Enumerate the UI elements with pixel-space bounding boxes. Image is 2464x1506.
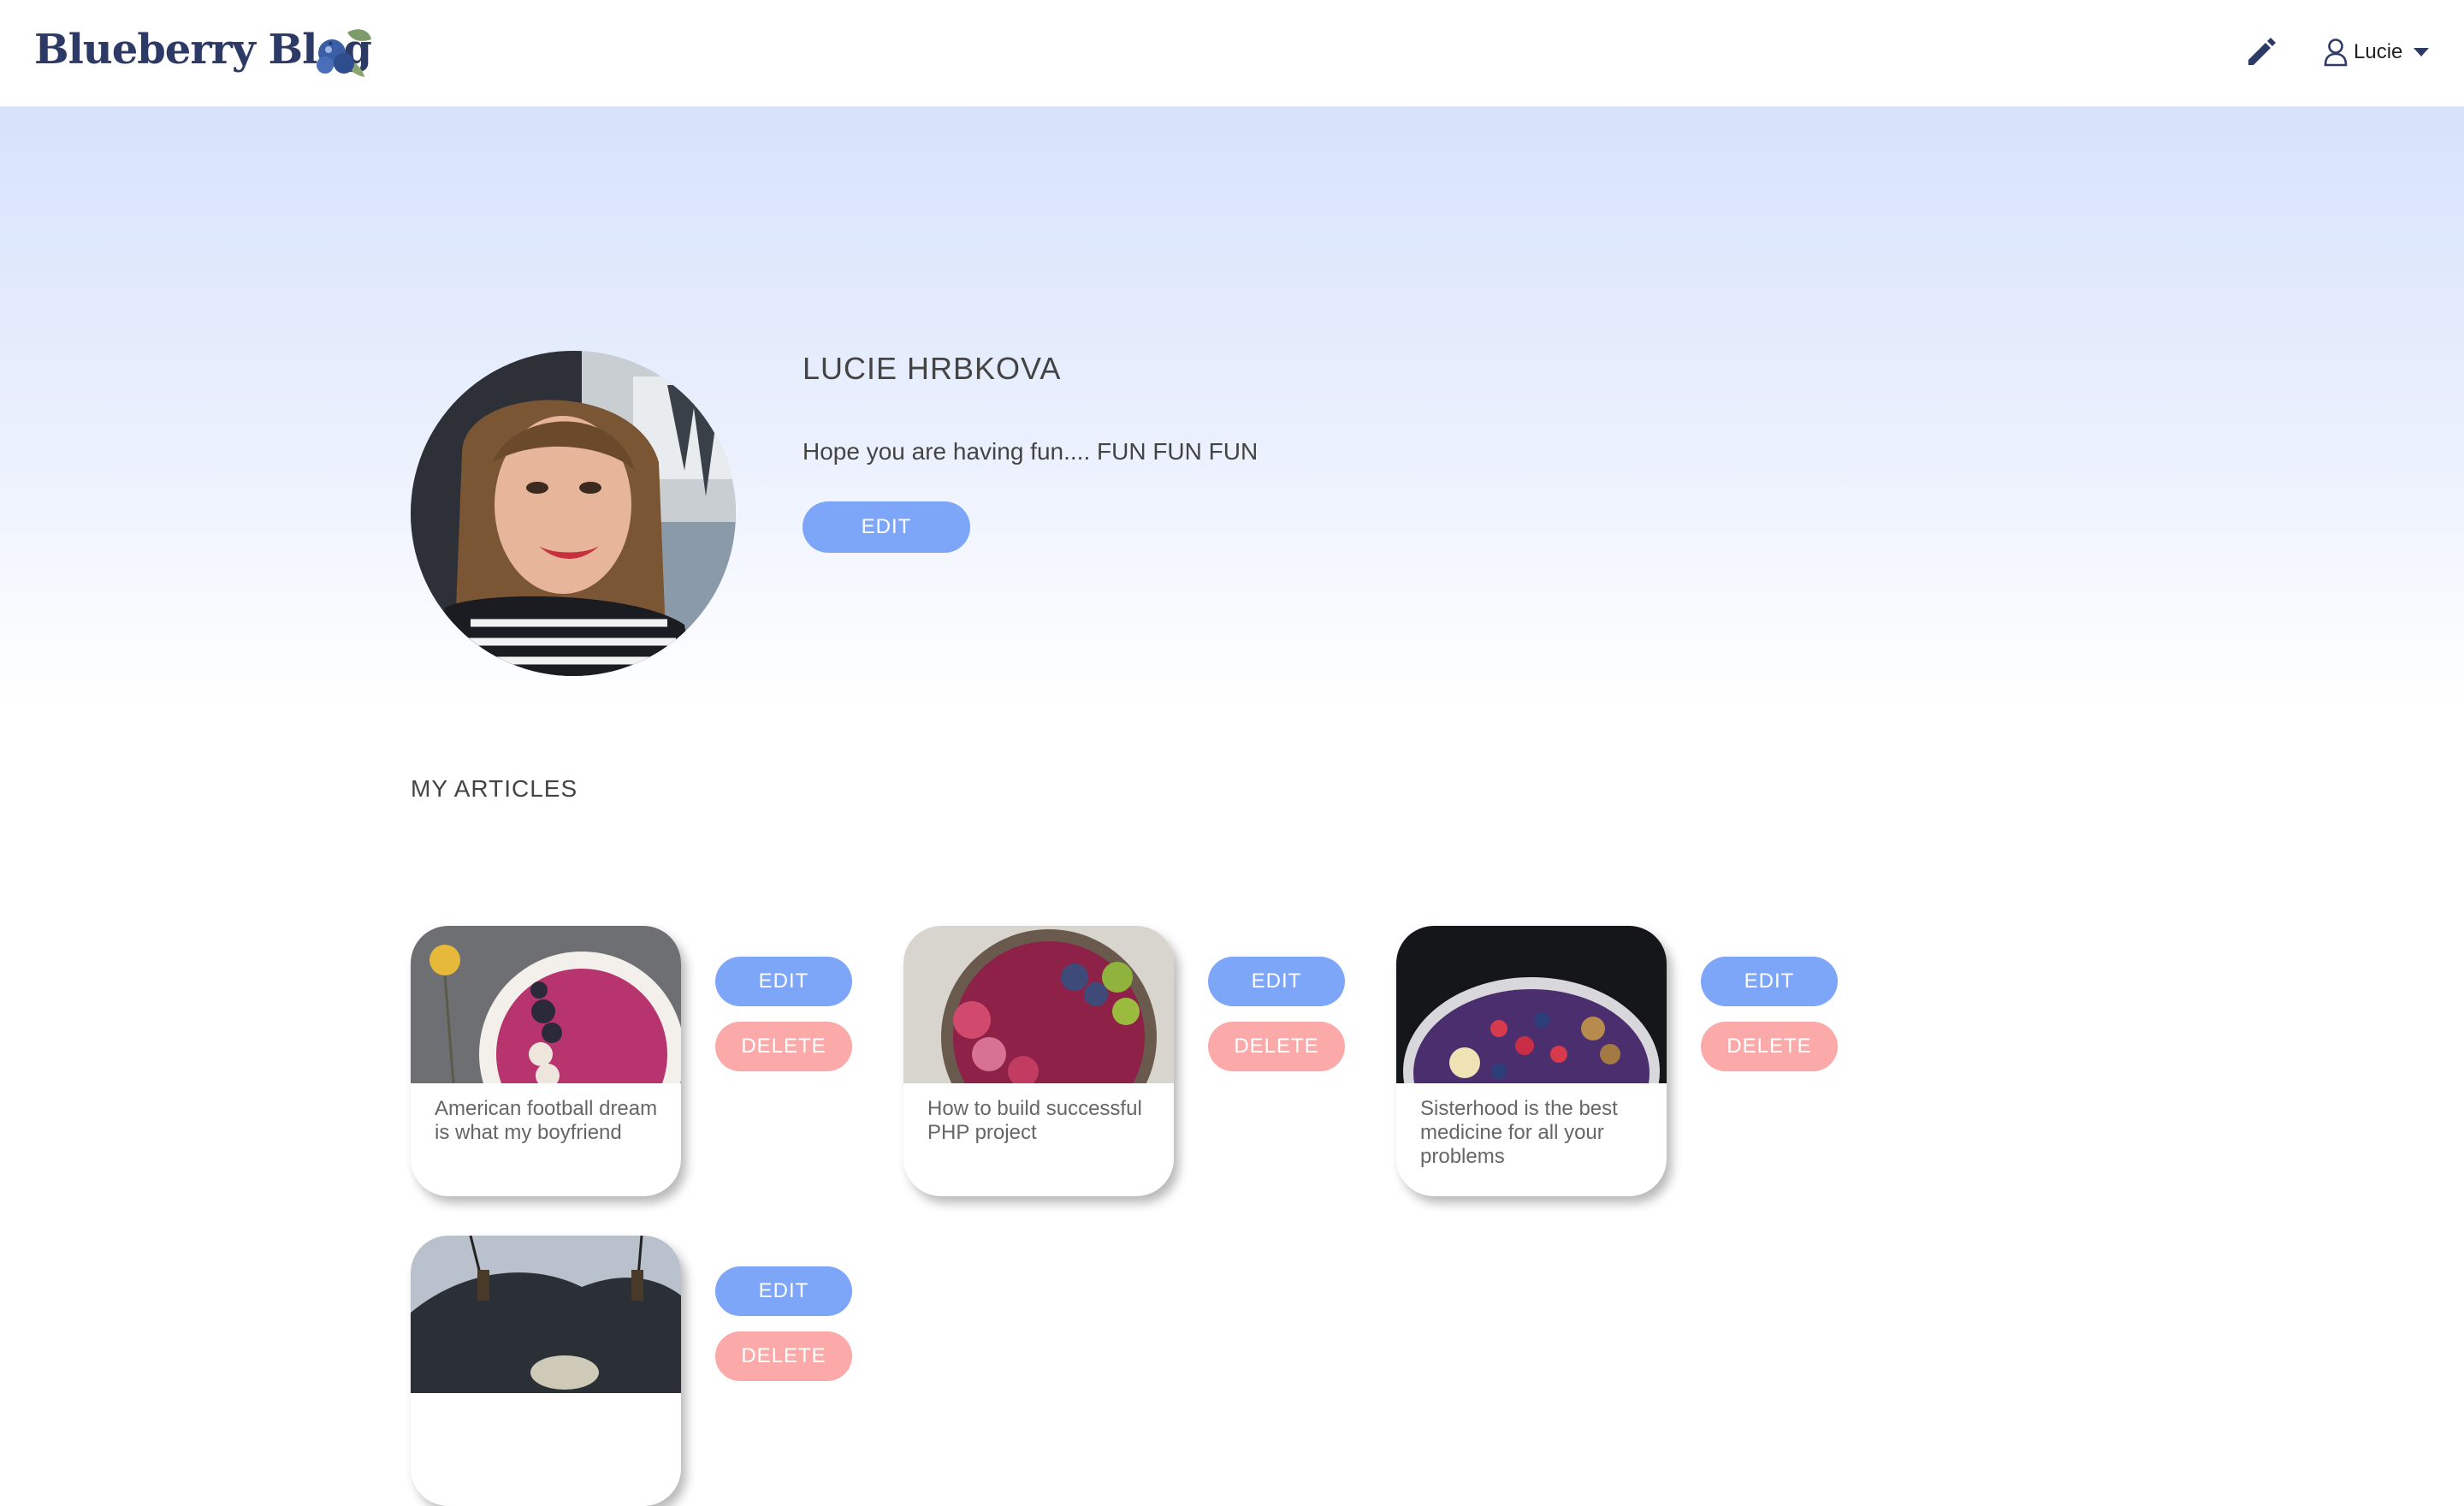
article-title: How to build successful PHP project bbox=[927, 1097, 1142, 1144]
article-card[interactable]: Sisterhood is the best medicine for all … bbox=[1396, 926, 1667, 1196]
edit-article-button[interactable]: EDIT bbox=[1208, 957, 1345, 1006]
edit-profile-button[interactable]: EDIT bbox=[803, 501, 970, 553]
profile-name: LUCIE HRBKOVA bbox=[803, 351, 1062, 386]
edit-article-button[interactable]: EDIT bbox=[1701, 957, 1838, 1006]
delete-article-button[interactable]: DELETE bbox=[1701, 1022, 1838, 1071]
profile-avatar bbox=[411, 351, 736, 676]
edit-article-button[interactable]: EDIT bbox=[715, 1266, 852, 1316]
my-articles-heading: MY ARTICLES bbox=[411, 775, 578, 802]
user-icon bbox=[2324, 39, 2348, 67]
profile-bio: Hope you are having fun.... FUN FUN FUN bbox=[803, 438, 1259, 465]
top-navbar: Blueberry Blog Lucie bbox=[0, 0, 2464, 107]
pencil-icon[interactable] bbox=[2242, 31, 2281, 70]
article-card[interactable]: American football dream is what my boyfr… bbox=[411, 926, 681, 1196]
caret-down-icon bbox=[2414, 48, 2430, 56]
blueberry-icon bbox=[317, 29, 371, 77]
article-thumbnail bbox=[903, 926, 1174, 1083]
delete-article-button[interactable]: DELETE bbox=[715, 1331, 852, 1381]
profile-hero bbox=[0, 107, 2464, 706]
user-name: Lucie bbox=[2354, 40, 2403, 63]
user-menu[interactable]: Lucie bbox=[2323, 31, 2430, 74]
article-thumbnail bbox=[411, 1236, 681, 1393]
edit-article-button[interactable]: EDIT bbox=[715, 957, 852, 1006]
article-thumbnail bbox=[1396, 926, 1667, 1083]
article-card[interactable] bbox=[411, 1236, 681, 1506]
delete-article-button[interactable]: DELETE bbox=[715, 1022, 852, 1071]
article-card[interactable]: How to build successful PHP project bbox=[903, 926, 1174, 1196]
article-thumbnail bbox=[411, 926, 681, 1083]
article-title: Sisterhood is the best medicine for all … bbox=[1420, 1097, 1618, 1168]
delete-article-button[interactable]: DELETE bbox=[1208, 1022, 1345, 1071]
article-title: American football dream is what my boyfr… bbox=[435, 1097, 658, 1144]
profile-photo bbox=[411, 351, 736, 676]
